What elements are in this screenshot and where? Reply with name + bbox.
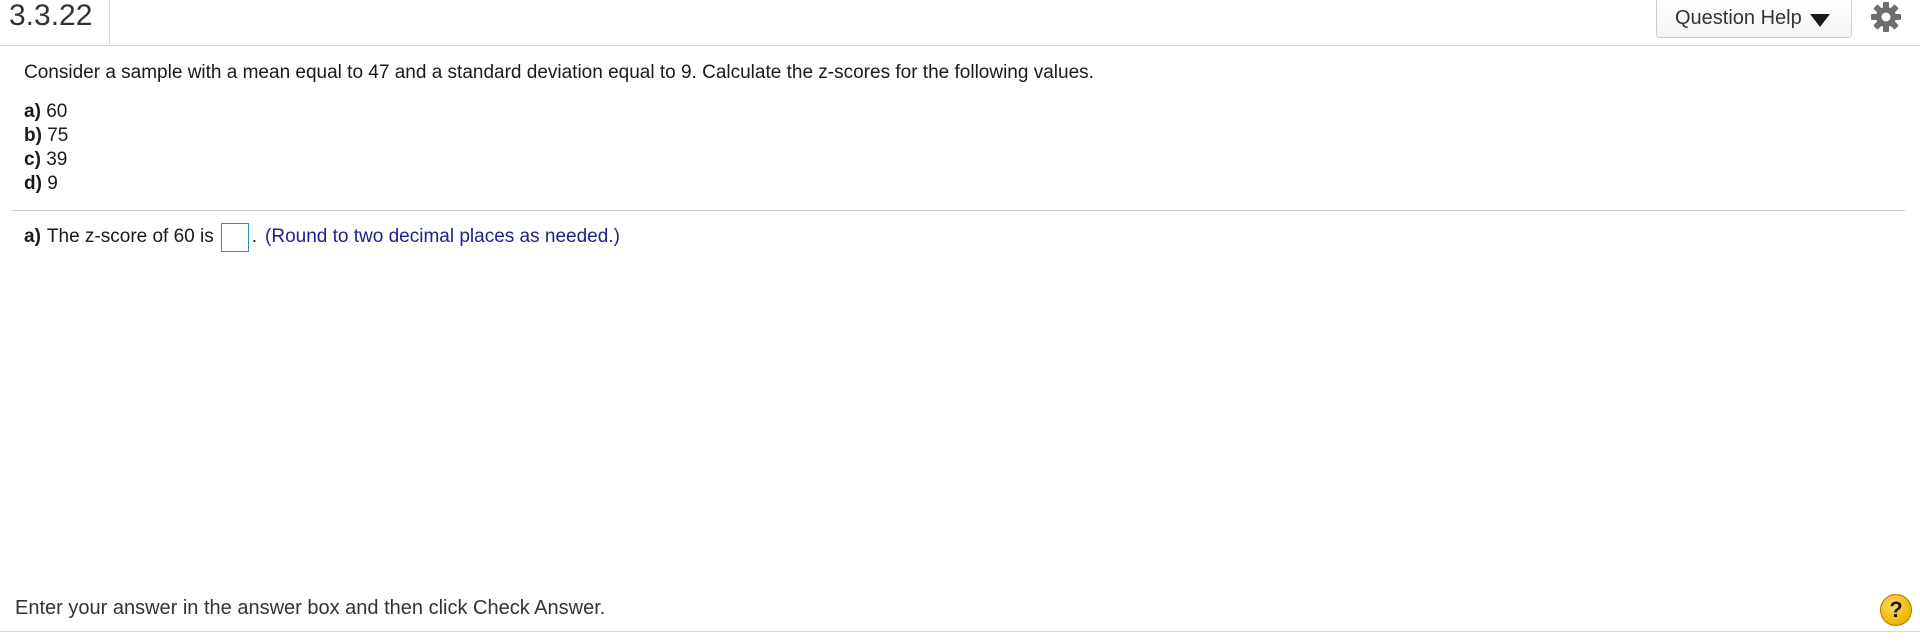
rounding-hint: (Round to two decimal places as needed.) — [265, 226, 620, 247]
question-parts-list: a) 60 b) 75 c) 39 d) 9 — [24, 100, 1904, 196]
footer-bar: Enter your answer in the answer box and … — [0, 590, 1920, 632]
answer-period: . — [251, 226, 258, 247]
question-part-b: b) 75 — [24, 125, 69, 146]
question-stem: Consider a sample with a mean equal to 4… — [24, 62, 1094, 83]
question-help-label: Question Help — [1675, 7, 1802, 29]
help-question-icon[interactable]: ? — [1880, 594, 1912, 626]
answer-part-label: a) — [24, 226, 41, 247]
answer-line: a) The z-score of 60 is . (Round to two … — [24, 222, 620, 252]
question-part-a: a) 60 — [24, 101, 68, 122]
question-content: Consider a sample with a mean equal to 4… — [24, 58, 1904, 196]
answer-input-box[interactable] — [220, 222, 249, 252]
gear-icon[interactable] — [1869, 0, 1903, 34]
section-divider — [12, 210, 1905, 211]
footer-instruction: Enter your answer in the answer box and … — [15, 597, 606, 619]
answer-prompt: The z-score of 60 is — [46, 226, 214, 247]
question-number: 3.3.22 — [0, 0, 110, 45]
question-part-c: c) 39 — [24, 149, 68, 170]
question-header: 3.3.22 Question Help — [0, 0, 1920, 46]
question-part-d: d) 9 — [24, 173, 58, 194]
question-help-button[interactable]: Question Help — [1656, 0, 1852, 38]
caret-down-icon — [1809, 13, 1830, 27]
